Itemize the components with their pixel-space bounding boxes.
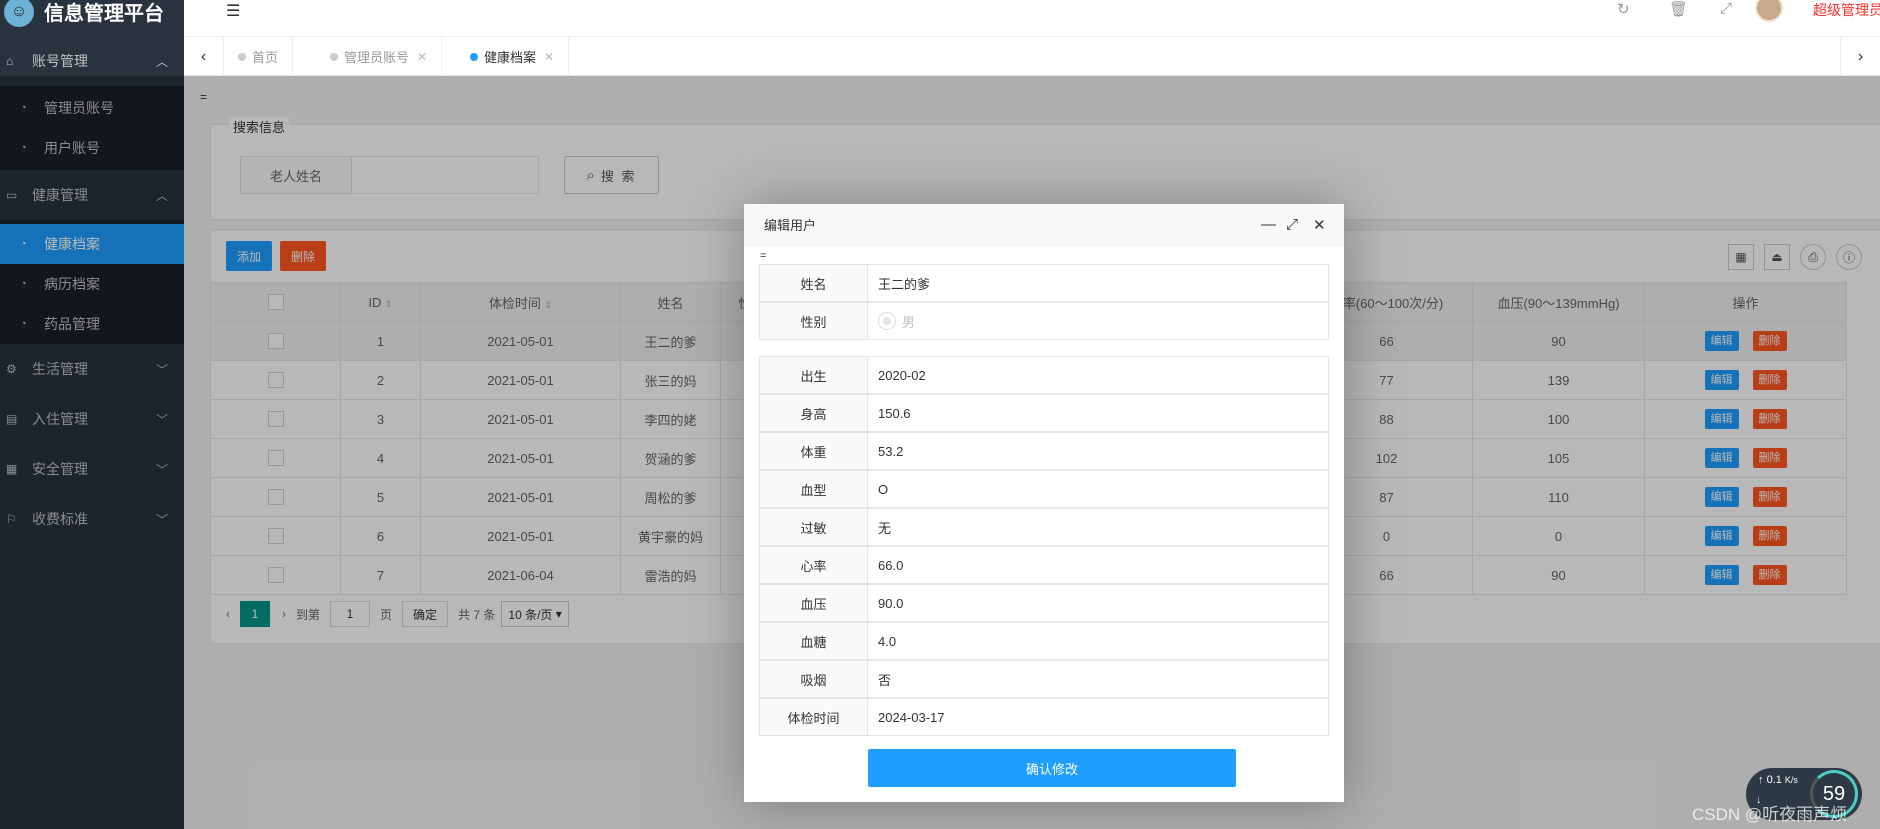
speed-rate-unit: K/s [1784,775,1798,785]
form-row: 身高 150.6 [759,394,1329,432]
form-label: 血糖 [760,623,868,659]
form-input[interactable]: 王二的爹 [868,265,1328,301]
dialog-eq: = [760,250,767,262]
form-input[interactable]: O [868,471,1328,507]
confirm-edit-button[interactable]: 确认修改 [868,749,1236,787]
form-input[interactable]: 2020-02 [868,357,1328,393]
form-row: 心率 66.0 [759,546,1329,584]
form-label: 身高 [760,395,868,431]
speed-rate-value: 0.1 [1766,774,1782,786]
form-row: 姓名 王二的爹 [759,264,1329,302]
form-label: 体检时间 [760,699,868,735]
speed-rate: ↑ 0.1 K/s [1758,774,1798,786]
form-input[interactable]: 53.2 [868,433,1328,469]
form-input[interactable]: 150.6 [868,395,1328,431]
watermark: CSDN @听夜雨声烦 [1692,805,1848,824]
form-row: 血糖 4.0 [759,622,1329,660]
form-row: 血型 O [759,470,1329,508]
form-row: 体重 53.2 [759,432,1329,470]
minimize-icon[interactable]: — [1261,216,1276,233]
form-label: 过敏 [760,509,868,545]
radio-label: 男 [902,314,916,330]
edit-user-dialog: 编辑用户 — ⤢ ✕ = 姓名 王二的爹 性别 男出生 2020-02 身高 150.6 体重… [744,204,1344,802]
maximize-icon[interactable]: ⤢ [1286,216,1298,233]
form-row: 过敏无 [759,508,1329,546]
close-icon[interactable]: ✕ [1313,216,1326,234]
form-input[interactable]: 2024-03-17 [868,699,1328,735]
form-row: 血压 90.0 [759,584,1329,622]
form-input[interactable]: 90.0 [868,585,1328,621]
form-label: 血型 [760,471,868,507]
form-label: 吸烟 [760,661,868,697]
overlay-top [0,0,1880,76]
form-row: 吸烟否 [759,660,1329,698]
form-label: 出生 [760,357,868,393]
form-input[interactable]: 否 [868,661,1328,697]
form-label: 姓名 [760,265,868,301]
form-label: 性别 [760,303,868,339]
form-row: 体检时间 2024-03-17 [759,698,1329,736]
form-row: 性别 男 [759,302,1329,340]
sex-radio[interactable]: 男 [868,303,1328,339]
dialog-title: 编辑用户 [744,204,1344,246]
form-input[interactable]: 66.0 [868,547,1328,583]
radio-icon [878,312,896,330]
form-label: 心率 [760,547,868,583]
form-input[interactable]: 4.0 [868,623,1328,659]
form-input[interactable]: 无 [868,509,1328,545]
form-label: 血压 [760,585,868,621]
form-label: 体重 [760,433,868,469]
form-row: 出生 2020-02 [759,356,1329,394]
